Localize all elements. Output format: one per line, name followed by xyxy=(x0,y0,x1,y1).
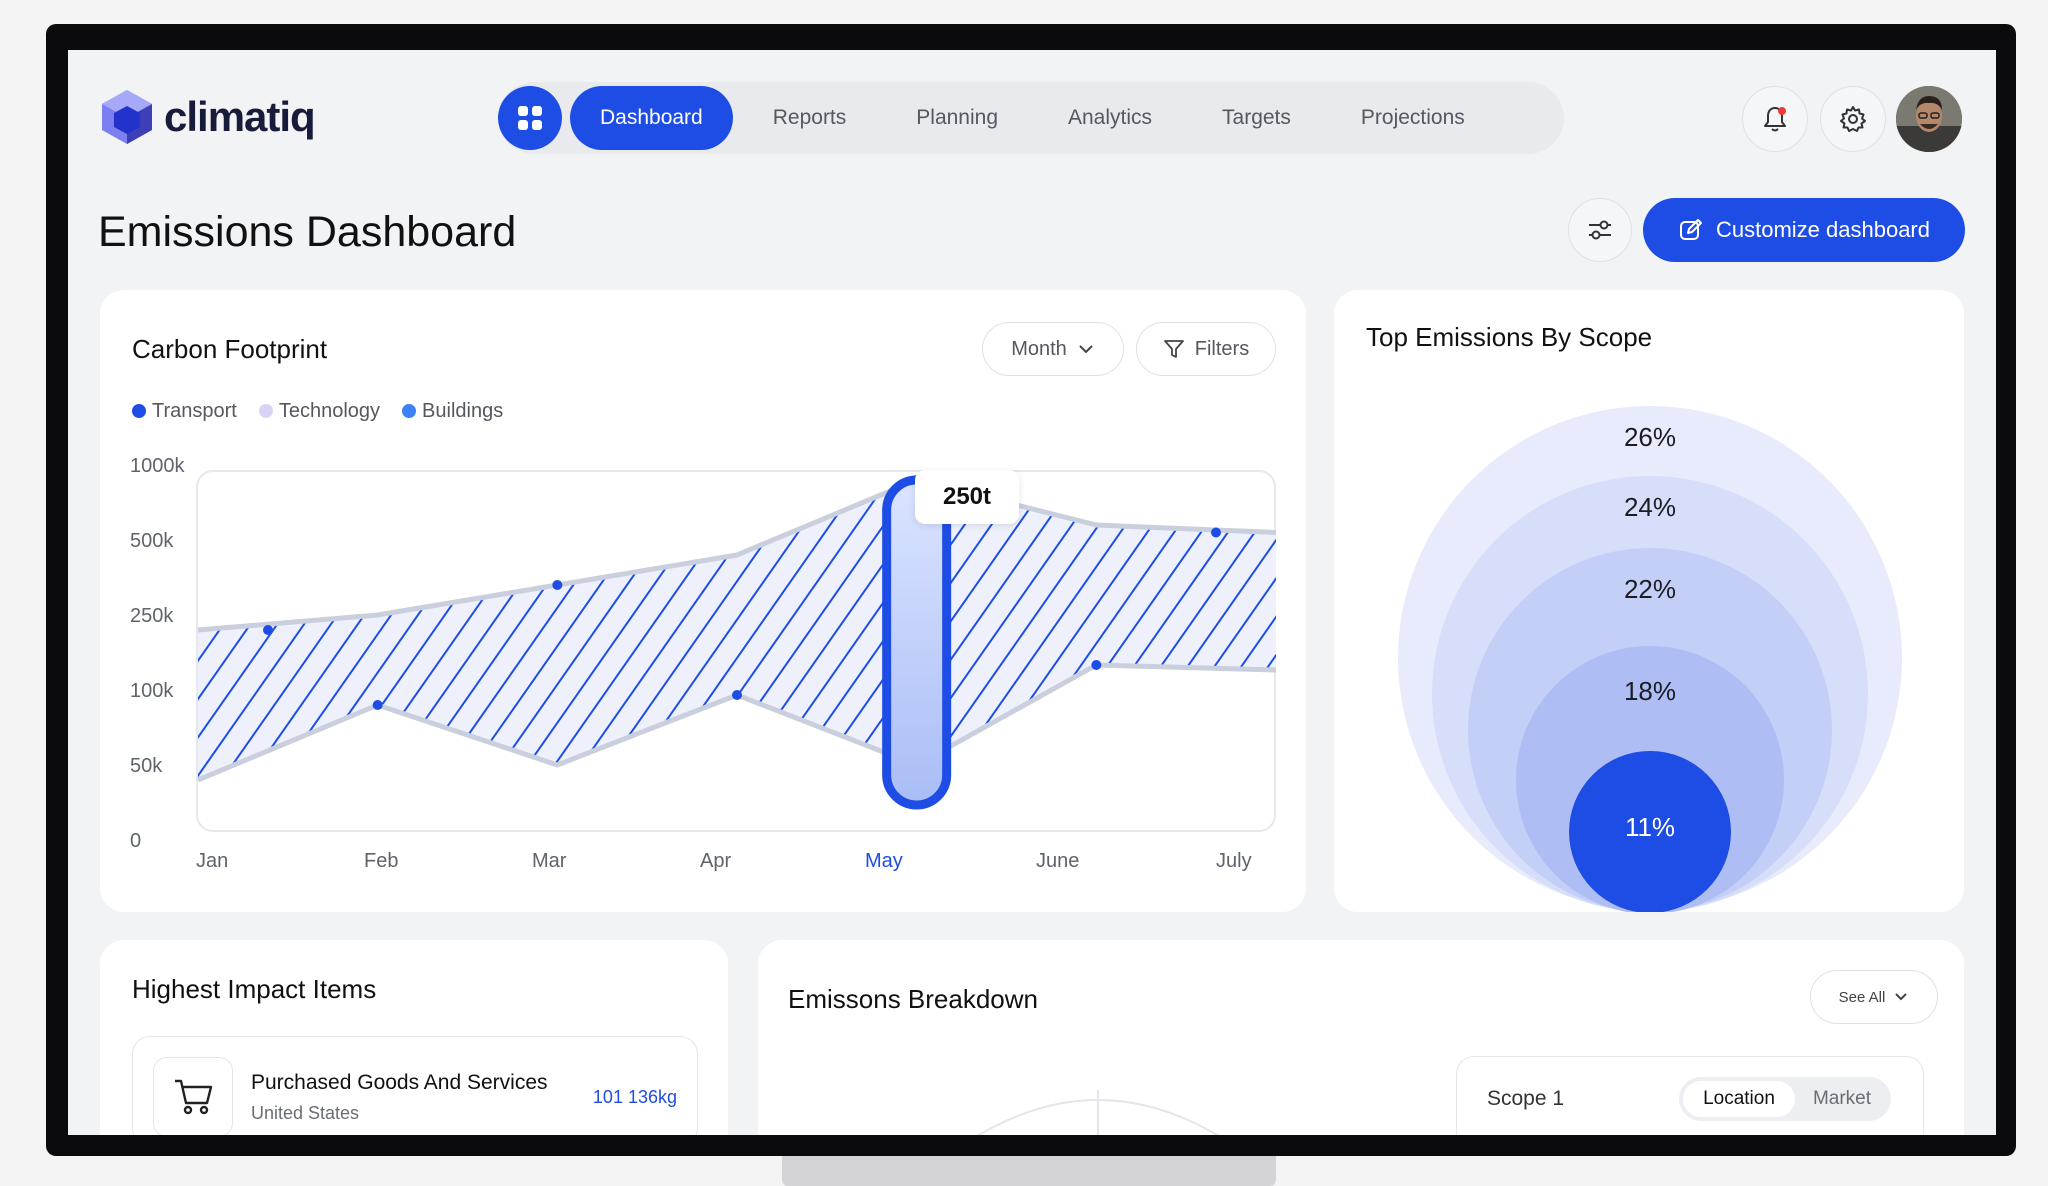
nav-projections[interactable]: Projections xyxy=(1361,106,1465,130)
legend-label: Technology xyxy=(278,400,381,422)
edit-icon xyxy=(1679,219,1702,240)
highest-impact-card: Highest Impact Items Purchased Goods And… xyxy=(100,940,728,1135)
see-all-dropdown[interactable]: See All xyxy=(1810,970,1938,1024)
scope-value: 24% xyxy=(1623,492,1677,522)
period-dropdown[interactable]: Month xyxy=(982,322,1124,376)
app-screen: climatiq Dashboard Reports Planning Anal… xyxy=(68,50,1996,1135)
bell-icon xyxy=(1764,107,1786,132)
impact-item[interactable]: Purchased Goods And Services United Stat… xyxy=(132,1036,698,1135)
top-emissions-card: Top Emissions By Scope 26% 24% 22% 18% 1… xyxy=(1334,290,1964,912)
legend-label: Transport xyxy=(152,400,237,422)
adjust-button[interactable] xyxy=(1568,198,1632,262)
data-point[interactable] xyxy=(1211,527,1221,538)
chevron-down-icon xyxy=(1079,345,1093,354)
x-tick: Feb xyxy=(364,850,399,872)
filters-button[interactable]: Filters xyxy=(1136,322,1276,376)
y-tick: 1000k xyxy=(130,455,185,477)
settings-button[interactable] xyxy=(1820,86,1886,152)
y-tick: 50k xyxy=(130,755,163,777)
x-tick: Apr xyxy=(700,850,732,872)
nav-targets[interactable]: Targets xyxy=(1222,106,1291,130)
filters-label: Filters xyxy=(1194,337,1250,360)
nav-planning[interactable]: Planning xyxy=(916,106,998,130)
legend-label: Buildings xyxy=(422,400,504,422)
data-point[interactable] xyxy=(732,690,742,700)
chevron-down-icon xyxy=(1895,993,1908,1001)
grid-icon xyxy=(518,106,542,130)
data-point[interactable] xyxy=(263,625,273,635)
notifications-button[interactable] xyxy=(1742,86,1808,152)
user-avatar[interactable] xyxy=(1896,86,1962,152)
cart-icon-box xyxy=(153,1057,233,1135)
nav-reports[interactable]: Reports xyxy=(773,106,847,130)
scope-1-panel: Scope 1 Location Market xyxy=(1456,1056,1924,1135)
chart-tooltip: 250t xyxy=(915,470,1019,524)
scope-value: 11% xyxy=(1624,812,1676,842)
x-tick: June xyxy=(1036,850,1080,872)
cart-icon xyxy=(175,1079,213,1115)
logo[interactable]: climatiq xyxy=(100,88,316,146)
x-tick: Mar xyxy=(532,850,567,872)
legend-transport[interactable]: Transport xyxy=(132,400,237,423)
y-tick: 500k xyxy=(130,530,174,552)
impact-title: Highest Impact Items xyxy=(132,974,377,1004)
x-tick: July xyxy=(1216,850,1252,872)
gear-icon xyxy=(1840,106,1866,132)
impact-item-name: Purchased Goods And Services xyxy=(251,1071,548,1094)
see-all-label: See All xyxy=(1838,988,1886,1006)
y-tick: 0 xyxy=(130,830,142,852)
location-market-toggle: Location Market xyxy=(1679,1077,1891,1121)
chart-legend: Transport Technology Buildings xyxy=(132,400,503,423)
scope-value: 26% xyxy=(1623,422,1677,452)
carbon-area-chart xyxy=(196,470,1277,832)
data-point[interactable] xyxy=(1091,660,1102,670)
legend-dot xyxy=(258,404,273,418)
breakdown-title: Emissons Breakdown xyxy=(788,984,1038,1014)
carbon-footprint-card: Carbon Footprint Month Filters Transport… xyxy=(100,290,1306,912)
legend-technology[interactable]: Technology xyxy=(258,400,381,423)
page-title: Emissions Dashboard xyxy=(98,208,517,256)
avatar-image xyxy=(1896,86,1962,152)
nav-dashboard[interactable]: Dashboard xyxy=(570,86,733,150)
legend-dot xyxy=(402,404,417,418)
main-nav: Dashboard Reports Planning Analytics Tar… xyxy=(498,82,1564,154)
nav-analytics[interactable]: Analytics xyxy=(1068,106,1152,130)
carbon-title: Carbon Footprint xyxy=(132,334,328,364)
data-point[interactable] xyxy=(372,700,383,710)
cube-logo-icon xyxy=(102,90,152,144)
impact-item-country: United States xyxy=(251,1103,360,1123)
breakdown-gauge xyxy=(977,1090,1219,1135)
data-point[interactable] xyxy=(552,580,563,590)
customize-label: Customize dashboard xyxy=(1715,217,1930,242)
filter-icon xyxy=(1163,340,1184,358)
toggle-location[interactable]: Location xyxy=(1683,1081,1795,1117)
x-tick: Jan xyxy=(196,850,229,872)
x-tick: May xyxy=(865,850,903,872)
period-label: Month xyxy=(1011,337,1067,360)
legend-dot xyxy=(132,404,146,418)
apps-grid-button[interactable] xyxy=(498,86,562,150)
impact-item-value: 101 136kg xyxy=(592,1087,677,1107)
y-tick: 250k xyxy=(130,605,174,627)
legend-buildings[interactable]: Buildings xyxy=(402,400,503,423)
scope-value: 18% xyxy=(1623,676,1677,706)
emissions-breakdown-card: Emissons Breakdown See All Scope 1 Locat… xyxy=(758,940,1964,1135)
toggle-market[interactable]: Market xyxy=(1797,1081,1887,1117)
customize-dashboard-button[interactable]: Customize dashboard xyxy=(1643,198,1965,262)
scope-1-label: Scope 1 xyxy=(1487,1087,1565,1110)
highlight-bar[interactable] xyxy=(882,475,952,810)
sliders-icon xyxy=(1589,220,1611,240)
scope-value: 22% xyxy=(1623,574,1677,604)
y-tick: 100k xyxy=(130,680,174,702)
logo-text: climatiq xyxy=(164,93,316,140)
